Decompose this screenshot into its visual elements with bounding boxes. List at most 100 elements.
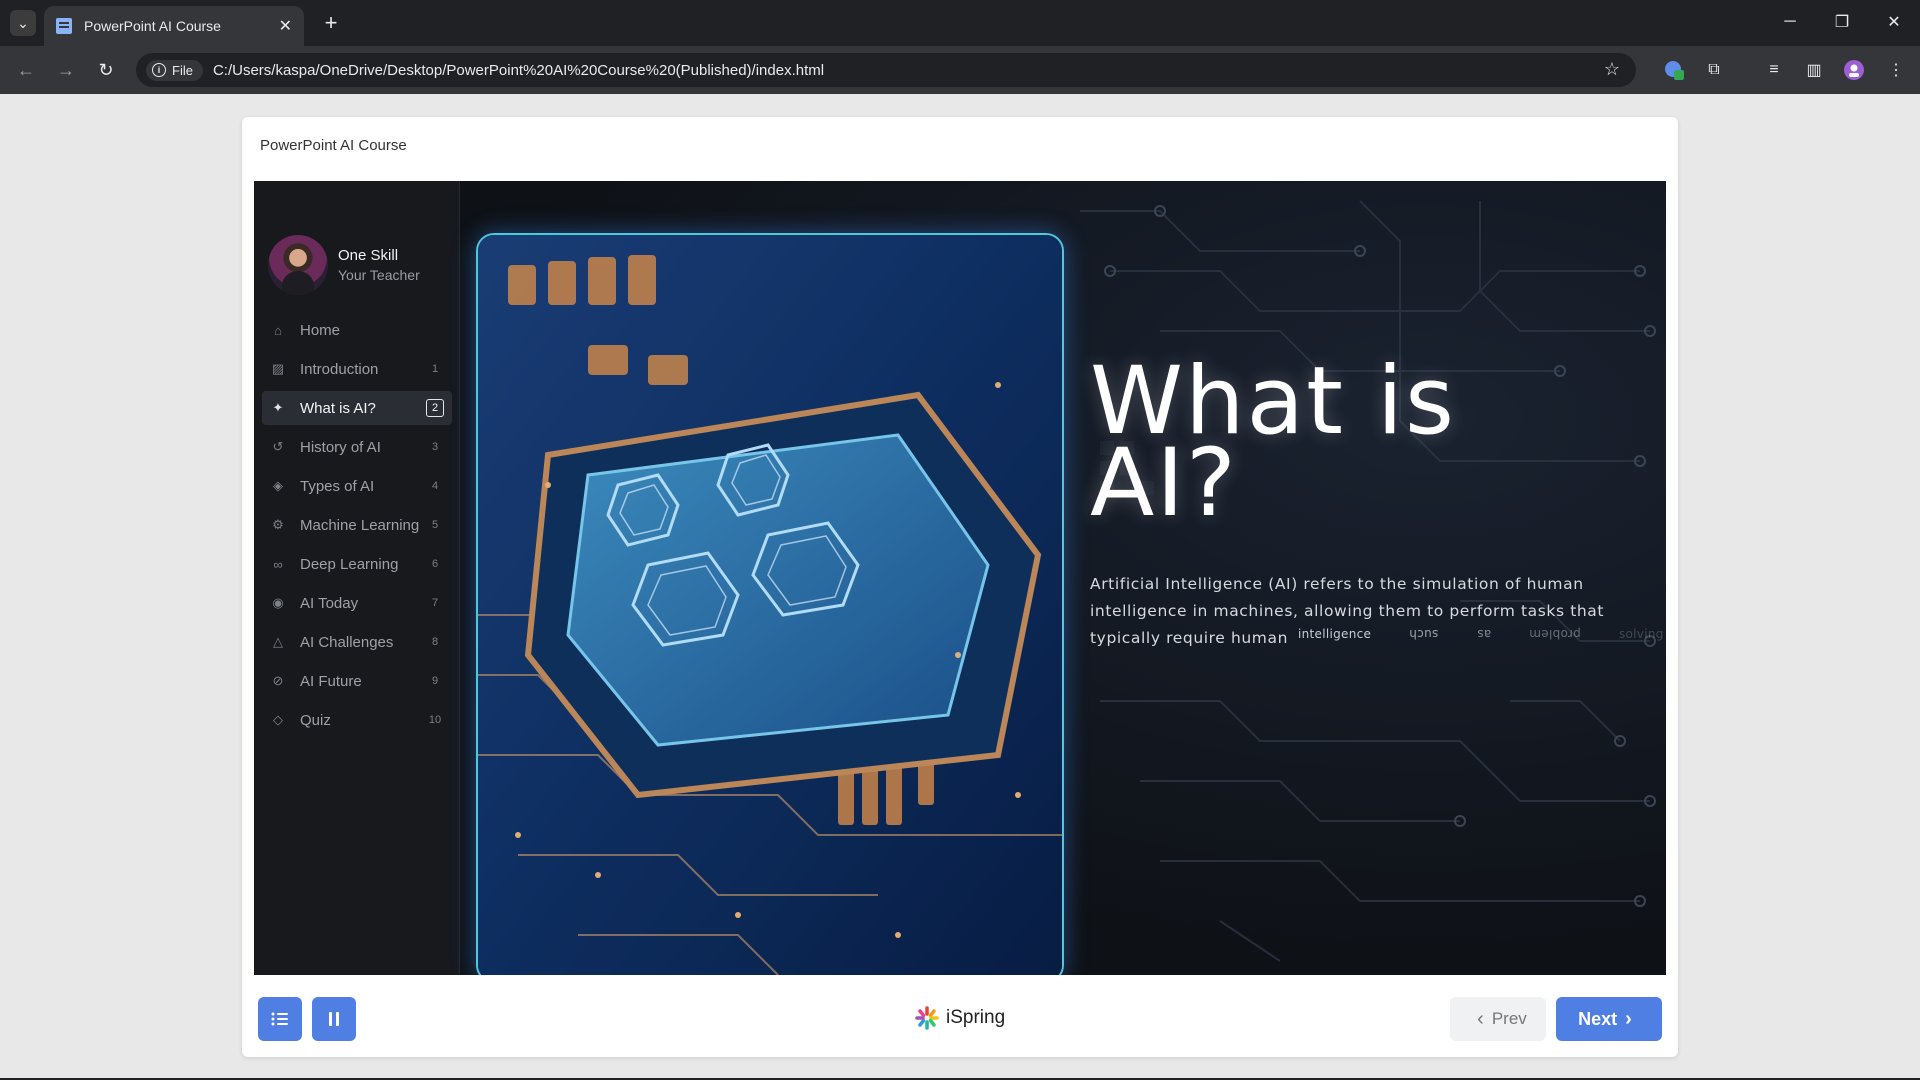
address-bar[interactable]: i File C:/Users/kaspa/OneDrive/Desktop/P…	[136, 53, 1636, 87]
warning-icon: △	[273, 634, 283, 649]
menu-item-number: 7	[431, 597, 439, 609]
menu-item-label: What is AI?	[300, 399, 376, 417]
menu-item-introduction[interactable]: ▨ Introduction 1	[262, 352, 452, 386]
menu-item-label: Quiz	[300, 711, 331, 729]
next-label: Next	[1578, 1008, 1618, 1029]
pause-button[interactable]	[312, 997, 356, 1041]
browser-tab-bar: ⌄ PowerPoint AI Course ✕ + ─ ❐ ✕	[0, 0, 1920, 46]
document-favicon-icon	[56, 18, 72, 34]
more-menu-icon[interactable]: ⋮	[1884, 58, 1908, 82]
animating-word: such	[1409, 627, 1439, 641]
course-title: PowerPoint AI Course	[260, 137, 407, 154]
restore-window-icon[interactable]: ❐	[1820, 8, 1864, 36]
animating-word: intelligence	[1298, 627, 1372, 641]
browser-tab[interactable]: PowerPoint AI Course ✕	[44, 6, 304, 46]
history-icon: ↺	[272, 439, 284, 454]
graduation-cap-icon: ◇	[273, 712, 283, 727]
animating-word: as	[1476, 627, 1491, 641]
prev-label: Prev	[1491, 1009, 1527, 1028]
menu-item-ai-today[interactable]: ◉ AI Today 7	[262, 586, 452, 620]
address-toolbar: ← → ↻ i File C:/Users/kaspa/OneDrive/Des…	[0, 46, 1920, 94]
menu-item-label: Deep Learning	[300, 555, 399, 573]
slide-title: What is AI?	[1090, 347, 1456, 538]
info-icon: i	[152, 63, 166, 77]
menu-item-history-of-ai[interactable]: ↺ History of AI 3	[262, 430, 452, 464]
ispring-brand: iSpring	[914, 1005, 1005, 1031]
menu-item-what-is-ai[interactable]: ✦ What is AI? 2	[262, 391, 452, 425]
close-window-icon[interactable]: ✕	[1872, 8, 1916, 36]
new-tab-button[interactable]: +	[318, 10, 344, 36]
slide-what-is-ai: What is AI? Artificial Intelligence (AI)…	[460, 181, 1666, 975]
binoculars-icon: ∞	[273, 556, 283, 572]
chevron-left-icon: ‹	[1477, 1007, 1484, 1030]
extension-badge-icon[interactable]	[1662, 58, 1686, 82]
menu-item-ai-future[interactable]: ⊘ AI Future 9	[262, 664, 452, 698]
menu-item-label: History of AI	[300, 438, 381, 456]
chip-image-card	[476, 233, 1064, 975]
tab-close-icon[interactable]: ✕	[279, 16, 292, 36]
teacher-avatar	[268, 235, 328, 295]
prev-button[interactable]: ‹ Prev	[1450, 997, 1546, 1041]
profile-avatar-icon[interactable]	[1842, 58, 1866, 82]
menu-item-number	[426, 321, 444, 339]
layers-icon: ◈	[273, 478, 283, 493]
sparkle-icon: ✦	[272, 400, 284, 415]
teacher-card: One Skill Your Teacher	[268, 235, 420, 295]
list-icon	[271, 1012, 288, 1026]
menu-item-label: AI Future	[300, 672, 362, 690]
bookmark-star-icon[interactable]: ☆	[1604, 59, 1620, 80]
chevron-right-icon: ›	[1625, 1007, 1632, 1030]
image-icon: ▨	[271, 361, 285, 376]
slide-stage: One Skill Your Teacher ⌂ Home ▨ Introduc…	[254, 181, 1666, 975]
menu-item-label: Home	[300, 321, 341, 339]
teacher-role: Your Teacher	[338, 267, 420, 283]
next-button[interactable]: Next ›	[1556, 997, 1662, 1041]
menu-item-deep-learning[interactable]: ∞ Deep Learning 6	[262, 547, 452, 581]
orbit-icon: ⊘	[272, 673, 284, 688]
animating-word: solving	[1618, 627, 1664, 641]
animating-word: problem	[1529, 627, 1581, 641]
menu-item-ai-challenges[interactable]: △ AI Challenges 8	[262, 625, 452, 659]
media-queue-icon[interactable]: ≡	[1762, 58, 1786, 82]
menu-item-label: Types of AI	[300, 477, 375, 495]
player-controls: iSpring ‹ Prev Next ›	[242, 983, 1678, 1057]
menu-item-number: 9	[431, 675, 439, 687]
home-icon: ⌂	[274, 322, 282, 338]
gear-icon: ⚙	[272, 517, 284, 532]
url-text[interactable]: C:/Users/kaspa/OneDrive/Desktop/PowerPoi…	[213, 62, 824, 79]
puzzle-extensions-icon[interactable]: ⧉	[1702, 58, 1726, 82]
reload-icon[interactable]: ↻	[92, 56, 120, 84]
menu-item-types-of-ai[interactable]: ◈ Types of AI 4	[262, 469, 452, 503]
menu-item-number: 6	[431, 558, 439, 570]
menu-item-number: 5	[431, 519, 439, 531]
menu-item-number: 8	[431, 636, 439, 648]
animating-words: intelligence such as problem solving	[1298, 627, 1666, 641]
menu-item-number: 3	[431, 441, 439, 453]
menu-item-home[interactable]: ⌂ Home	[262, 313, 452, 347]
menu-item-label: AI Challenges	[300, 633, 394, 651]
minimize-window-icon[interactable]: ─	[1768, 8, 1812, 36]
back-arrow-icon[interactable]: ←	[12, 56, 40, 84]
brand-name: iSpring	[946, 1007, 1006, 1028]
ispring-logo-icon	[915, 1006, 939, 1030]
side-panel-icon[interactable]: ▥	[1802, 58, 1826, 82]
file-chip-label: File	[172, 62, 193, 78]
menu-item-number: 1	[431, 363, 439, 375]
circuit-chip-image	[478, 235, 1062, 975]
course-player: PowerPoint AI Course One Skill Your Teac…	[242, 117, 1678, 1057]
menu-item-number: 4	[431, 480, 439, 492]
menu-item-quiz[interactable]: ◇ Quiz 10	[262, 703, 452, 737]
site-info-chip[interactable]: i File	[146, 59, 203, 81]
outline-menu: ⌂ Home ▨ Introduction 1 ✦ What is AI? 2	[262, 313, 452, 742]
tab-search-chevron-icon[interactable]: ⌄	[10, 10, 36, 36]
menu-item-number: 2	[426, 399, 444, 417]
forward-arrow-icon[interactable]: →	[52, 56, 80, 84]
teacher-name: One Skill	[338, 247, 399, 264]
location-icon: ◉	[272, 595, 284, 610]
page-viewport: PowerPoint AI Course One Skill Your Teac…	[0, 94, 1920, 1080]
menu-item-number: 10	[428, 714, 442, 726]
tab-title: PowerPoint AI Course	[84, 18, 221, 34]
menu-item-machine-learning[interactable]: ⚙ Machine Learning 5	[262, 508, 452, 542]
outline-toggle-button[interactable]	[258, 997, 302, 1041]
menu-item-label: AI Today	[300, 594, 359, 612]
